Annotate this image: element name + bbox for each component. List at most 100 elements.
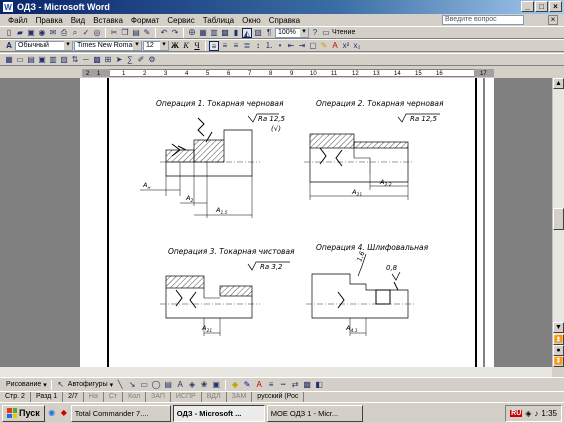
zoom-select[interactable]: 100% [275, 27, 309, 38]
permission-icon[interactable]: ◉ [37, 28, 47, 38]
macro-icon[interactable]: ⚙ [147, 55, 157, 65]
diagram-icon[interactable]: ◈ [187, 380, 197, 390]
document-map-icon[interactable]: ▧ [253, 28, 263, 38]
textbox-tool-icon[interactable]: ▤ [163, 380, 173, 390]
formula-icon[interactable]: ∑ [125, 55, 135, 65]
menu-view[interactable]: Вид [71, 16, 85, 25]
print-preview-icon[interactable]: ⌕ [70, 28, 80, 38]
maximize-button[interactable]: □ [535, 1, 548, 12]
font-color-icon[interactable]: A [330, 41, 340, 51]
new-document-icon[interactable]: ▯ [4, 28, 14, 38]
line-color-icon[interactable]: ✎ [242, 380, 252, 390]
frame-icon[interactable]: ▭ [15, 55, 25, 65]
volume-icon[interactable]: ♪ [534, 409, 538, 418]
quicklaunch-icon-2[interactable]: ◆ [59, 408, 69, 418]
arrow-style-icon[interactable]: ⇄ [290, 380, 300, 390]
wordart-icon[interactable]: A [175, 380, 185, 390]
browse-object-icon[interactable]: ● [553, 345, 564, 356]
email-icon[interactable]: ✉ [48, 28, 58, 38]
line-icon[interactable]: ─ [81, 55, 91, 65]
bold-button[interactable]: Ж [170, 41, 180, 51]
document-page[interactable]: Операция 1. Токарная черновая Ra 12,5 (√… [80, 78, 494, 367]
oval-tool-icon[interactable]: ◯ [151, 380, 161, 390]
scroll-thumb[interactable] [553, 208, 564, 230]
draw-menu-button[interactable]: Рисование [6, 381, 41, 388]
decrease-indent-icon[interactable]: ⇤ [286, 41, 296, 51]
line-spacing-icon[interactable]: ↕ [253, 41, 263, 51]
align-left-icon[interactable]: ≡ [209, 40, 219, 51]
merge-icon[interactable]: ▥ [48, 55, 58, 65]
picture-icon[interactable]: ▣ [211, 380, 221, 390]
research-icon[interactable]: ◎ [92, 28, 102, 38]
language-indicator[interactable]: RU [510, 410, 523, 417]
insert-excel-icon[interactable]: ▩ [220, 28, 230, 38]
task-total-commander[interactable]: Total Commander 7.... [70, 404, 171, 422]
bullets-icon[interactable]: • [275, 41, 285, 51]
show-hide-icon[interactable]: ¶ [264, 28, 274, 38]
font-size-select[interactable]: 12 [143, 40, 169, 51]
spelling-icon[interactable]: ✓ [81, 28, 91, 38]
status-rec[interactable]: ЗАП [146, 392, 171, 402]
justify-icon[interactable]: ≣ [242, 41, 252, 51]
menu-insert[interactable]: Вставка [93, 16, 123, 25]
redo-icon[interactable]: ↷ [170, 28, 180, 38]
columns-icon[interactable]: ▮ [231, 28, 241, 38]
menu-file[interactable]: Файл [8, 16, 28, 25]
status-ovr[interactable]: ЗАМ [227, 392, 253, 402]
start-button[interactable]: Пуск [2, 404, 45, 422]
format-painter-icon[interactable]: ✎ [142, 28, 152, 38]
cut-icon[interactable]: ✂ [109, 28, 119, 38]
subscript-icon[interactable]: x₂ [352, 41, 362, 51]
align-center-icon[interactable]: ≡ [220, 41, 230, 51]
italic-button[interactable]: К [181, 41, 191, 51]
arrow-icon[interactable]: ➤ [114, 55, 124, 65]
autoshapes-button[interactable]: Автофигуры [68, 381, 108, 388]
status-trk[interactable]: ИСПР [171, 392, 202, 402]
style-select[interactable]: Обычный [15, 40, 73, 51]
scroll-up-icon[interactable]: ▲ [553, 78, 564, 89]
borders-icon[interactable]: ▢ [308, 41, 318, 51]
scroll-down-icon[interactable]: ▼ [553, 322, 564, 333]
open-folder-icon[interactable]: ▰ [15, 28, 25, 38]
menu-format[interactable]: Формат [131, 16, 159, 25]
insert-table-icon[interactable]: ▥ [209, 28, 219, 38]
menu-table[interactable]: Таблица [203, 16, 234, 25]
numbering-icon[interactable]: ⒈ [264, 41, 274, 51]
fill-color-icon[interactable]: ◆ [230, 380, 240, 390]
shadow-icon[interactable]: ▩ [302, 380, 312, 390]
draw-menu-arrow-icon[interactable]: ▾ [43, 381, 47, 389]
status-ext[interactable]: ВДЛ [202, 392, 227, 402]
previous-page-icon[interactable]: ⏫ [553, 334, 564, 345]
paste-icon[interactable]: ▤ [131, 28, 141, 38]
align-right-icon[interactable]: ≡ [231, 41, 241, 51]
menu-tools[interactable]: Сервис [167, 16, 194, 25]
menu-window[interactable]: Окно [242, 16, 261, 25]
help-search-input[interactable]: Введите вопрос [442, 15, 524, 25]
close-button[interactable]: × [549, 1, 562, 12]
tables-borders-icon[interactable]: ▦ [198, 28, 208, 38]
select-objects-icon[interactable]: ↖ [56, 380, 66, 390]
superscript-icon[interactable]: x² [341, 41, 351, 51]
next-page-icon[interactable]: ⏬ [553, 356, 564, 367]
undo-icon[interactable]: ↶ [159, 28, 169, 38]
read-mode-button[interactable]: Чтение [332, 29, 355, 36]
read-icon[interactable]: ▭ [321, 28, 331, 38]
menu-edit[interactable]: Правка [36, 16, 63, 25]
textbox-icon[interactable]: ▣ [37, 55, 47, 65]
copy-icon[interactable]: ❐ [120, 28, 130, 38]
save-icon[interactable]: ▣ [26, 28, 36, 38]
line-style-icon[interactable]: ≡ [266, 380, 276, 390]
table-icon[interactable]: ▦ [4, 55, 14, 65]
autoshapes-arrow-icon[interactable]: ▾ [110, 381, 114, 389]
grid-icon[interactable]: ⊞ [103, 55, 113, 65]
increase-indent-icon[interactable]: ⇥ [297, 41, 307, 51]
quicklaunch-icon[interactable]: ◉ [47, 408, 57, 418]
field-icon[interactable]: ▤ [26, 55, 36, 65]
rectangle-tool-icon[interactable]: ▭ [139, 380, 149, 390]
menu-help[interactable]: Справка [269, 16, 300, 25]
document-close-button[interactable]: × [548, 15, 558, 25]
vertical-scrollbar[interactable]: ▲ ▼ ⏫ ● ⏬ [552, 78, 564, 367]
horizontal-scrollbar[interactable] [0, 367, 552, 377]
horizontal-ruler[interactable]: 2 1 1 2 3 4 5 6 7 8 9 10 11 12 13 14 15 … [0, 67, 564, 78]
minimize-button[interactable]: _ [521, 1, 534, 12]
